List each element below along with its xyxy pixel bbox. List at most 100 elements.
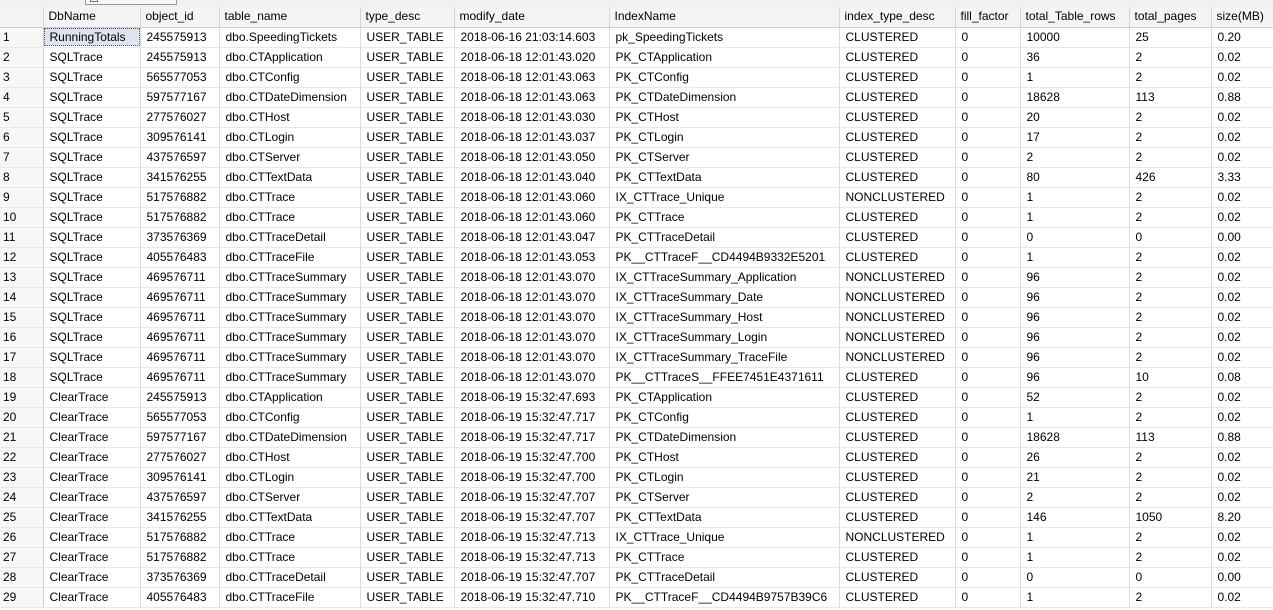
cell-index-name[interactable]: IX_CTTraceSummary_Host <box>609 307 840 328</box>
cell-type-desc[interactable]: USER_TABLE <box>360 387 455 408</box>
cell-modify-date[interactable]: 2018-06-19 15:32:47.713 <box>454 547 610 568</box>
cell-object-id[interactable]: 245575913 <box>140 47 220 68</box>
cell-type-desc[interactable]: USER_TABLE <box>360 407 455 428</box>
table-row[interactable]: 21 ClearTrace 597577167 dbo.CTDateDimension… <box>0 427 1273 448</box>
cell-fill-factor[interactable]: 0 <box>955 427 1021 448</box>
cell-index-type-desc[interactable]: CLUSTERED <box>839 227 956 248</box>
row-number[interactable]: 17 <box>0 347 44 368</box>
cell-object-id[interactable]: 517576882 <box>140 527 220 548</box>
table-row[interactable]: 18 SQLTrace 469576711 dbo.CTTraceSummary USE… <box>0 367 1273 388</box>
cell-modify-date[interactable]: 2018-06-19 15:32:47.700 <box>454 467 610 488</box>
cell-object-id[interactable]: 469576711 <box>140 307 220 328</box>
cell-modify-date[interactable]: 2018-06-18 12:01:43.063 <box>454 87 610 108</box>
cell-dbname[interactable]: SQLTrace <box>43 127 141 148</box>
cell-index-type-desc[interactable]: NONCLUSTERED <box>839 187 956 208</box>
cell-total-pages[interactable]: 25 <box>1129 27 1212 48</box>
cell-type-desc[interactable]: USER_TABLE <box>360 467 455 488</box>
cell-dbname[interactable]: ClearTrace <box>43 587 141 608</box>
cell-object-id[interactable]: 405576483 <box>140 247 220 268</box>
cell-modify-date[interactable]: 2018-06-18 12:01:43.037 <box>454 127 610 148</box>
cell-index-type-desc[interactable]: CLUSTERED <box>839 507 956 528</box>
cell-total-pages[interactable]: 2 <box>1129 307 1212 328</box>
column-header-fill-factor[interactable]: fill_factor <box>955 7 1021 28</box>
cell-total-table-rows[interactable]: 1 <box>1020 207 1130 228</box>
cell-index-type-desc[interactable]: CLUSTERED <box>839 87 956 108</box>
cell-total-pages[interactable]: 2 <box>1129 587 1212 608</box>
cell-object-id[interactable]: 277576027 <box>140 107 220 128</box>
row-number[interactable]: 3 <box>0 67 44 88</box>
cell-table-name[interactable]: dbo.CTTraceSummary <box>219 307 361 328</box>
cell-dbname[interactable]: SQLTrace <box>43 367 141 388</box>
cell-fill-factor[interactable]: 0 <box>955 207 1021 228</box>
cell-table-name[interactable]: dbo.CTServer <box>219 147 361 168</box>
cell-type-desc[interactable]: USER_TABLE <box>360 307 455 328</box>
cell-index-type-desc[interactable]: NONCLUSTERED <box>839 527 956 548</box>
cell-fill-factor[interactable]: 0 <box>955 287 1021 308</box>
cell-fill-factor[interactable]: 0 <box>955 27 1021 48</box>
cell-index-name[interactable]: PK_CTDateDimension <box>609 427 840 448</box>
cell-total-table-rows[interactable]: 1 <box>1020 247 1130 268</box>
cell-type-desc[interactable]: USER_TABLE <box>360 207 455 228</box>
row-number[interactable]: 5 <box>0 107 44 128</box>
cell-total-table-rows[interactable]: 2 <box>1020 487 1130 508</box>
cell-index-type-desc[interactable]: CLUSTERED <box>839 367 956 388</box>
table-row[interactable]: 27 ClearTrace 517576882 dbo.CTTrace USER_TAB… <box>0 547 1273 568</box>
cell-type-desc[interactable]: USER_TABLE <box>360 147 455 168</box>
cell-total-table-rows[interactable]: 10000 <box>1020 27 1130 48</box>
cell-size-mb[interactable]: 0.20 <box>1211 27 1273 48</box>
cell-table-name[interactable]: dbo.CTTrace <box>219 207 361 228</box>
cell-dbname[interactable]: SQLTrace <box>43 247 141 268</box>
table-row[interactable]: 20 ClearTrace 565577053 dbo.CTConfig USER_TA… <box>0 407 1273 428</box>
cell-index-type-desc[interactable]: NONCLUSTERED <box>839 327 956 348</box>
cell-object-id[interactable]: 469576711 <box>140 287 220 308</box>
cell-total-pages[interactable]: 113 <box>1129 427 1212 448</box>
cell-fill-factor[interactable]: 0 <box>955 87 1021 108</box>
table-row[interactable]: 16 SQLTrace 469576711 dbo.CTTraceSummary USE… <box>0 327 1273 348</box>
cell-total-table-rows[interactable]: 96 <box>1020 267 1130 288</box>
cell-table-name[interactable]: dbo.CTTrace <box>219 547 361 568</box>
row-number[interactable]: 9 <box>0 187 44 208</box>
cell-total-pages[interactable]: 2 <box>1129 527 1212 548</box>
row-number[interactable]: 25 <box>0 507 44 528</box>
column-header-table-name[interactable]: table_name <box>219 7 361 28</box>
cell-modify-date[interactable]: 2018-06-19 15:32:47.707 <box>454 567 610 588</box>
cell-table-name[interactable]: dbo.CTHost <box>219 107 361 128</box>
row-number[interactable]: 26 <box>0 527 44 548</box>
cell-table-name[interactable]: dbo.CTDateDimension <box>219 87 361 108</box>
cell-dbname[interactable]: SQLTrace <box>43 67 141 88</box>
cell-object-id[interactable]: 405576483 <box>140 587 220 608</box>
cell-size-mb[interactable]: 0.02 <box>1211 447 1273 468</box>
cell-dbname[interactable]: ClearTrace <box>43 447 141 468</box>
table-row[interactable]: 25 ClearTrace 341576255 dbo.CTTextData USER_… <box>0 507 1273 528</box>
cell-fill-factor[interactable]: 0 <box>955 327 1021 348</box>
table-row[interactable]: 12 SQLTrace 405576483 dbo.CTTraceFile USER_T… <box>0 247 1273 268</box>
cell-fill-factor[interactable]: 0 <box>955 107 1021 128</box>
cell-type-desc[interactable]: USER_TABLE <box>360 427 455 448</box>
cell-modify-date[interactable]: 2018-06-18 12:01:43.063 <box>454 67 610 88</box>
cell-table-name[interactable]: dbo.CTTraceFile <box>219 587 361 608</box>
row-number[interactable]: 21 <box>0 427 44 448</box>
cell-size-mb[interactable]: 0.02 <box>1211 187 1273 208</box>
cell-modify-date[interactable]: 2018-06-18 12:01:43.047 <box>454 227 610 248</box>
cell-index-type-desc[interactable]: CLUSTERED <box>839 247 956 268</box>
table-row[interactable]: 2 SQLTrace 245575913 dbo.CTApplication USER_… <box>0 47 1273 68</box>
table-row[interactable]: 17 SQLTrace 469576711 dbo.CTTraceSummary USE… <box>0 347 1273 368</box>
cell-total-pages[interactable]: 2 <box>1129 347 1212 368</box>
cell-modify-date[interactable]: 2018-06-18 12:01:43.070 <box>454 327 610 348</box>
cell-size-mb[interactable]: 3.33 <box>1211 167 1273 188</box>
cell-dbname[interactable]: SQLTrace <box>43 107 141 128</box>
cell-dbname[interactable]: ClearTrace <box>43 487 141 508</box>
cell-table-name[interactable]: dbo.CTApplication <box>219 47 361 68</box>
column-header-object-id[interactable]: object_id <box>140 7 220 28</box>
cell-index-type-desc[interactable]: CLUSTERED <box>839 427 956 448</box>
cell-total-pages[interactable]: 2 <box>1129 47 1212 68</box>
cell-size-mb[interactable]: 0.02 <box>1211 547 1273 568</box>
cell-index-type-desc[interactable]: CLUSTERED <box>839 27 956 48</box>
table-row[interactable]: 23 ClearTrace 309576141 dbo.CTLogin USER_TAB… <box>0 467 1273 488</box>
cell-dbname[interactable]: SQLTrace <box>43 227 141 248</box>
cell-table-name[interactable]: dbo.CTTrace <box>219 187 361 208</box>
cell-type-desc[interactable]: USER_TABLE <box>360 567 455 588</box>
cell-total-pages[interactable]: 10 <box>1129 367 1212 388</box>
cell-dbname[interactable]: SQLTrace <box>43 267 141 288</box>
cell-size-mb[interactable]: 0.02 <box>1211 407 1273 428</box>
